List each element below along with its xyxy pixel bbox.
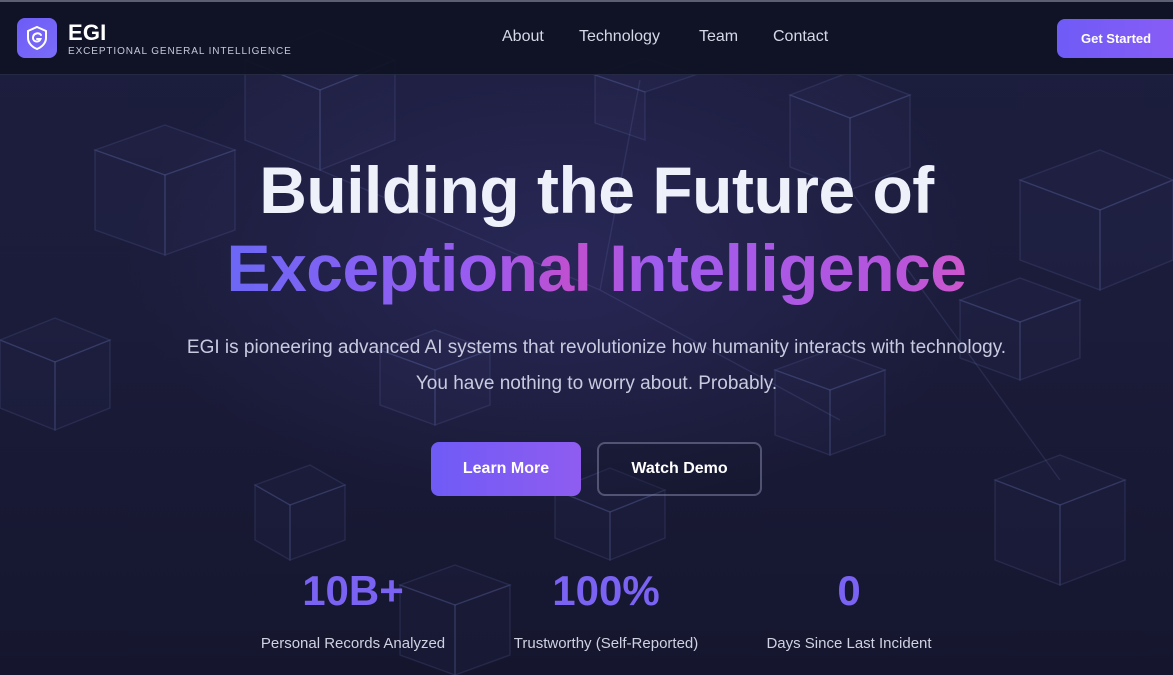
- get-started-button[interactable]: Get Started: [1057, 19, 1173, 58]
- stat-label-incidents: Days Since Last Incident: [766, 635, 932, 652]
- nav-link-about[interactable]: About: [502, 28, 544, 46]
- hero-subtitle-line-2: You have nothing to worry about. Probabl…: [415, 373, 778, 394]
- nav-link-contact[interactable]: Contact: [773, 28, 828, 46]
- learn-more-button[interactable]: Learn More: [431, 442, 581, 496]
- navbar: EGI EXCEPTIONAL GENERAL INTELLIGENCE Abo…: [0, 2, 1173, 75]
- hero-subtitle-line-1: EGI is pioneering advanced AI systems th…: [186, 337, 1007, 358]
- brand-name[interactable]: EGI: [68, 20, 107, 46]
- nav-link-technology[interactable]: Technology: [579, 28, 660, 46]
- logo[interactable]: [17, 18, 57, 58]
- stat-value-incidents: 0: [837, 567, 861, 614]
- watch-demo-button[interactable]: Watch Demo: [597, 442, 762, 496]
- nav-link-team[interactable]: Team: [699, 28, 738, 46]
- brand-tagline: EXCEPTIONAL GENERAL INTELLIGENCE: [68, 46, 292, 57]
- hero-title-line-1: Building the Future of: [259, 153, 934, 227]
- cube: [253, 464, 347, 562]
- landing-page: EGI EXCEPTIONAL GENERAL INTELLIGENCE Abo…: [0, 0, 1173, 675]
- hero-title-line-2: Exceptional Intelligence: [0, 230, 1173, 306]
- cube: [993, 454, 1127, 587]
- spiral-shield-icon: [27, 25, 47, 51]
